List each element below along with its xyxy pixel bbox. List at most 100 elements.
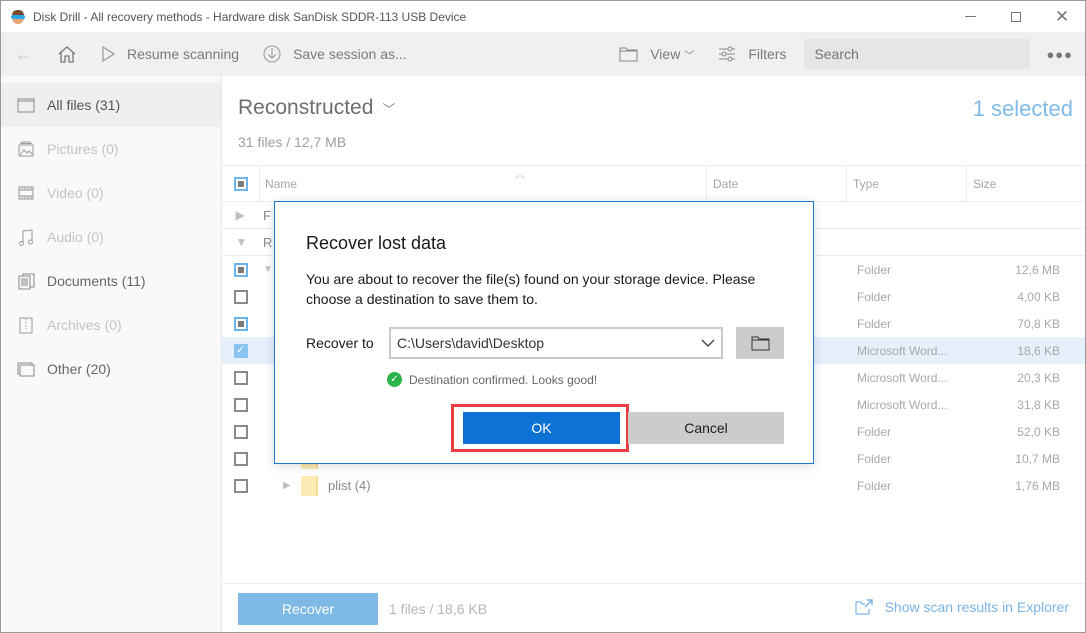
destination-value: C:\Users\david\Desktop [397,335,545,351]
ok-button[interactable]: OK [463,412,620,444]
recover-button[interactable]: Recover [238,593,378,625]
back-button[interactable]: ← [15,32,33,76]
recover-summary: 1 files / 18,6 KB [389,601,488,617]
resume-scanning-label: Resume scanning [127,46,240,62]
close-window-button[interactable]: ✕ [1039,1,1085,32]
confirmation-text: Destination confirmed. Looks good! [409,372,598,387]
row-type: Folder [857,289,892,304]
view-button[interactable]: View ﹀ [619,32,694,76]
expand-right-icon[interactable]: ▶ [236,208,246,222]
row-type: Microsoft Word... [857,397,948,412]
other-files-icon [17,360,35,378]
sidebar-item-label: Documents (11) [47,273,146,289]
row-checkbox-checked[interactable]: ✓ [233,343,248,358]
search-input[interactable] [804,39,1031,69]
recover-to-label: Recover to [306,335,374,351]
sidebar: All files (31) Pictures (0) Video (0) Au… [1,76,222,632]
sidebar-item-all-files[interactable]: All files (31) [1,83,221,127]
cancel-button[interactable]: Cancel [628,412,784,444]
sidebar-item-pictures[interactable]: Pictures (0) [1,127,221,171]
show-in-explorer-label: Show scan results in Explorer [884,599,1069,615]
folder-icon [751,336,769,350]
column-name-label: Name [265,177,298,191]
row-type: Folder [857,262,892,277]
folder-summary: 31 files / 12,7 MB [238,134,347,150]
expand-down-icon[interactable]: ▼ [263,264,273,275]
minimize-icon [964,16,976,17]
minimize-button[interactable] [947,1,993,32]
row-checkbox[interactable] [233,370,248,385]
table-row[interactable]: ▶ plist (4) Folder 1,76 MB [222,472,1085,499]
sidebar-item-label: Pictures (0) [47,141,119,157]
row-size: 20,3 KB [1017,370,1060,385]
maximize-icon [1011,11,1021,22]
sidebar-item-archives[interactable]: Archives (0) [1,303,221,347]
expand-down-icon[interactable]: ▼ [236,235,248,249]
row-checkbox[interactable] [233,451,248,466]
music-icon [17,228,35,246]
resume-scanning-button[interactable]: Resume scanning [101,32,239,76]
column-name[interactable]: Name ︿ [259,166,706,202]
row-size: 31,8 KB [1017,397,1060,412]
sidebar-item-audio[interactable]: Audio (0) [1,215,221,259]
more-dots-icon[interactable]: ●●● [1046,47,1073,62]
disk-drill-logo-icon [11,9,25,24]
column-date[interactable]: Date [706,166,846,202]
files-icon [17,96,35,114]
picture-icon [17,140,35,158]
row-size: 70,8 KB [1017,316,1060,331]
row-size: 10,7 MB [1015,451,1060,466]
close-icon: ✕ [1054,7,1070,26]
download-icon [263,45,281,63]
destination-confirmation: ✓ Destination confirmed. Looks good! [387,372,597,387]
chevron-down-icon: ﹀ [684,50,695,62]
window-title: Disk Drill - All recovery methods - Hard… [33,9,467,24]
row-size: 18,6 KB [1017,343,1060,358]
select-all-checkbox[interactable] [233,177,248,191]
selected-count: 1 selected [972,96,1073,121]
row-name: plist (4) [328,478,371,493]
row-type: Folder [857,424,892,439]
check-circle-icon: ✓ [387,372,402,387]
sidebar-item-video[interactable]: Video (0) [1,171,221,215]
toolbar-right: View ﹀ Filters ●●● [619,32,1085,76]
browse-folder-button[interactable] [736,327,784,359]
save-session-label: Save session as... [293,46,407,62]
title-bar: Disk Drill - All recovery methods - Hard… [1,1,1085,32]
filters-sliders-icon [719,46,736,62]
folder-title: Reconstructed [238,96,374,119]
sidebar-item-documents[interactable]: Documents (11) [1,259,221,303]
toolbar: ← Resume scanning Save session as... Vie… [1,32,1085,76]
dialog-message: You are about to recover the file(s) fou… [306,271,756,307]
save-session-button[interactable]: Save session as... [263,32,407,76]
view-label: View [650,46,681,62]
row-checkbox[interactable] [233,289,248,304]
column-size[interactable]: Size [966,166,1085,202]
group-label: F [263,207,271,223]
home-icon [58,46,76,63]
row-checkbox[interactable] [233,478,248,493]
row-size: 1,76 MB [1015,478,1060,493]
filters-label: Filters [748,46,787,62]
maximize-button[interactable] [993,1,1039,32]
filters-button[interactable]: Filters [718,32,786,76]
row-checkbox[interactable] [233,316,248,331]
row-size: 12,6 MB [1015,262,1060,277]
recover-dialog: Recover lost data You are about to recov… [274,201,814,464]
column-type-label: Type [853,177,880,191]
home-button[interactable] [57,32,79,76]
window-controls: ✕ [947,1,1085,32]
bottom-bar: Recover 1 files / 18,6 KB Show scan resu… [222,583,1085,632]
row-checkbox[interactable] [233,262,248,277]
sidebar-item-label: Audio (0) [47,229,104,245]
folder-icon [619,47,638,61]
column-type[interactable]: Type [846,166,966,202]
sidebar-item-other[interactable]: Other (20) [1,347,221,391]
row-checkbox[interactable] [233,424,248,439]
expand-right-icon[interactable]: ▶ [283,480,293,491]
folder-title-dropdown[interactable]: Reconstructed ﹀ [238,96,395,120]
destination-select[interactable]: C:\Users\david\Desktop [389,327,723,359]
sidebar-item-label: Video (0) [47,185,104,201]
show-in-explorer-link[interactable]: Show scan results in Explorer [854,599,1069,615]
row-checkbox[interactable] [233,397,248,412]
